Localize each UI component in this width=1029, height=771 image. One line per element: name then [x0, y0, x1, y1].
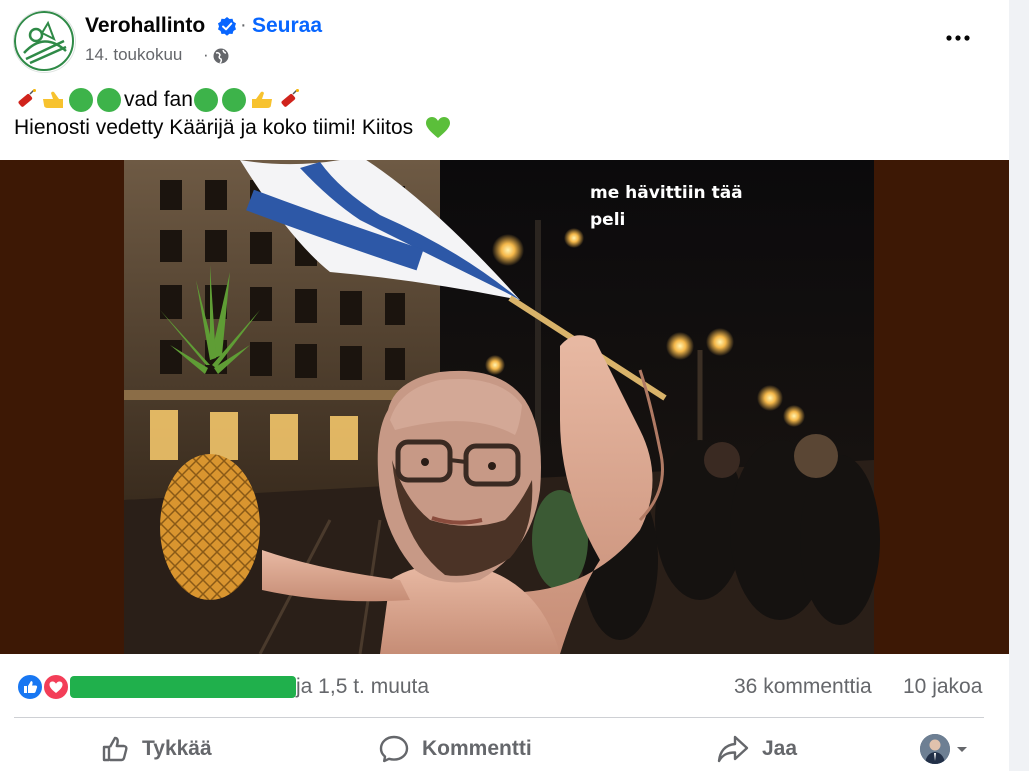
post-date[interactable]: 14. toukokuu — [85, 45, 182, 65]
post-text-sentence: Hienosti vedetty Käärijä ja koko tiimi! … — [14, 116, 414, 139]
shares-count[interactable]: 10 jakoa — [903, 675, 982, 699]
post-image[interactable]: me hävittiin tää peli — [0, 160, 1009, 654]
firecracker-icon — [281, 89, 299, 107]
love-reaction-icon[interactable] — [42, 673, 70, 701]
like-icon — [102, 736, 128, 762]
image-caption-line-2: peli — [590, 210, 625, 230]
user-avatar — [920, 734, 950, 764]
header-separator: · — [240, 14, 247, 36]
comment-button[interactable]: Kommentti — [378, 728, 532, 770]
thumb-right-icon — [251, 91, 272, 108]
green-circle-icon — [69, 88, 93, 112]
comments-count[interactable]: 36 kommenttia — [734, 675, 872, 699]
green-circle-icon — [221, 88, 246, 112]
page-avatar[interactable] — [13, 10, 76, 73]
green-circle-icon — [97, 88, 121, 112]
action-divider — [14, 717, 984, 718]
comment-icon — [379, 735, 409, 763]
verified-icon — [218, 17, 236, 36]
globe-icon — [213, 48, 229, 64]
post-text-line-1: vad fan — [14, 85, 303, 115]
follow-button[interactable]: Seuraa — [252, 14, 322, 38]
page-background-edge — [1009, 0, 1029, 771]
page-name[interactable]: Verohallinto — [85, 14, 205, 38]
thumb-left-icon — [43, 91, 63, 108]
image-caption-line-1: me hävittiin tää — [590, 183, 743, 203]
share-label: Jaa — [762, 737, 798, 760]
like-button[interactable]: Tykkää — [100, 728, 212, 770]
like-label: Tykkää — [142, 737, 212, 760]
green-circle-icon — [193, 88, 218, 112]
verohallinto-logo — [14, 11, 74, 71]
share-icon — [717, 735, 749, 763]
green-heart-icon — [426, 117, 451, 139]
reactions-count[interactable]: ja 1,5 t. muuta — [296, 675, 429, 699]
firecracker-icon — [18, 89, 36, 107]
comment-label: Kommentti — [422, 737, 532, 760]
share-button[interactable]: Jaa — [716, 728, 797, 770]
post-text-word: vad fan — [124, 88, 193, 111]
post-text-line-2: Hienosti vedetty Käärijä ja koko tiimi! … — [14, 116, 451, 140]
reaction-profile-selector[interactable] — [920, 732, 972, 766]
more-options-icon[interactable] — [940, 24, 976, 52]
date-separator: · — [203, 45, 209, 64]
chevron-down-icon — [957, 747, 967, 752]
redacted-names — [70, 676, 296, 698]
like-reaction-icon[interactable] — [16, 673, 44, 701]
